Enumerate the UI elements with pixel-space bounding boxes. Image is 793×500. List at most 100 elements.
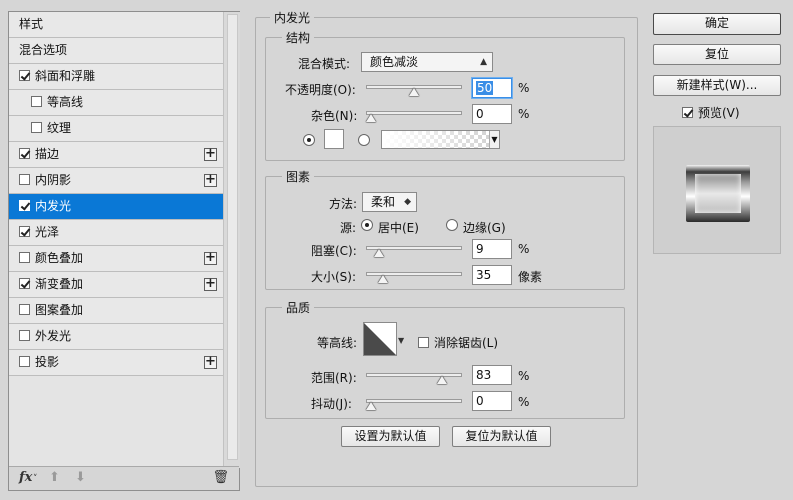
slider-knob[interactable] [366,114,376,122]
style-item-row[interactable]: 等高线 [9,90,223,116]
style-item-row[interactable]: 外发光 [9,324,223,350]
jitter-label: 抖动(J): [311,397,352,411]
gradient-radio[interactable] [358,134,370,146]
contour-label: 等高线: [317,336,358,350]
reset-button[interactable]: 复位 [653,44,781,65]
updown-arrow-icon: ▲ [480,57,487,67]
reset-default-button[interactable]: 复位为默认值 [452,426,551,447]
style-item-row[interactable]: 图案叠加 [9,298,223,324]
jitter-slider[interactable] [366,396,462,410]
checkbox-icon[interactable] [19,174,30,185]
checkbox-icon[interactable] [31,122,42,133]
noise-input[interactable]: 0 [472,104,512,124]
style-item-row[interactable]: 光泽 [9,220,223,246]
style-item-row[interactable]: 纹理 [9,116,223,142]
style-item-row[interactable]: 渐变叠加 + [9,272,223,298]
move-up-icon[interactable]: ⬆ [49,470,60,485]
checkbox-icon[interactable] [19,148,30,159]
checkbox-icon[interactable] [19,356,30,367]
style-item-label: 纹理 [47,121,72,135]
jitter-input[interactable]: 0 [472,391,512,411]
gradient-swatch[interactable]: ▼ [381,130,500,149]
style-item-row[interactable]: 斜面和浮雕 [9,64,223,90]
add-icon[interactable]: + [204,173,217,187]
dropdown-arrow-icon[interactable]: ▼ [398,336,404,345]
add-icon[interactable]: + [204,251,217,265]
fx-icon[interactable]: fx [19,470,32,485]
updown-arrow-icon: ◆ [404,197,411,207]
trash-icon[interactable]: 🗑 [212,470,229,485]
dropdown-arrow-icon[interactable]: ▼ [489,131,499,148]
checkbox-icon[interactable] [418,337,429,348]
scrollbar-thumb[interactable] [227,14,238,460]
checkbox-icon[interactable] [19,330,30,341]
style-item-row[interactable]: 混合选项 [9,38,223,64]
slider-track [366,399,462,403]
antialias-checkbox[interactable]: 消除锯齿(L) [418,334,498,351]
checkbox-icon[interactable] [31,96,42,107]
checkbox-icon[interactable] [19,226,30,237]
style-item-row[interactable]: 投影 + [9,350,223,376]
contour-preview[interactable] [363,322,397,356]
style-item-row[interactable]: 样式 [9,12,223,38]
add-icon[interactable]: + [204,147,217,161]
ok-button[interactable]: 确定 [653,13,781,35]
checkbox-icon[interactable] [19,304,30,315]
opacity-slider[interactable] [366,82,462,96]
checkbox-icon[interactable] [682,107,693,118]
style-item-row[interactable]: 内阴影 + [9,168,223,194]
blend-mode-select[interactable]: 颜色减淡 ▲ [361,52,493,72]
structure-title: 结构 [282,29,315,46]
glow-color-swatch[interactable] [324,129,344,149]
add-icon[interactable]: + [204,355,217,369]
style-item-label: 样式 [19,17,44,31]
source-edge-label[interactable]: 边缘(G) [463,219,506,236]
style-item-row[interactable]: 颜色叠加 + [9,246,223,272]
method-select[interactable]: 柔和 ◆ [362,192,417,212]
set-default-button[interactable]: 设置为默认值 [341,426,440,447]
style-item-row[interactable]: 内发光 [9,194,223,220]
choke-unit: % [518,242,530,256]
style-item-label: 描边 [35,147,60,161]
choke-slider[interactable] [366,243,462,257]
size-input[interactable]: 35 [472,265,512,285]
method-label: 方法: [329,197,358,211]
style-item-label: 颜色叠加 [35,251,84,265]
opacity-label: 不透明度(O): [285,83,356,97]
slider-knob[interactable] [366,402,376,410]
style-item-label: 内阴影 [35,173,72,187]
elements-title: 图素 [282,168,315,185]
style-item-row[interactable]: 描边 + [9,142,223,168]
fx-dropdown-icon[interactable]: ˅ [33,474,38,484]
checkbox-icon[interactable] [19,200,30,211]
noise-slider[interactable] [366,108,462,122]
blend-mode-label: 混合模式: [298,57,351,71]
source-center-radio[interactable] [361,219,373,231]
checkbox-icon[interactable] [19,70,30,81]
add-icon[interactable]: + [204,277,217,291]
range-slider[interactable] [366,370,462,384]
style-list-scrollbar[interactable] [223,12,240,468]
jitter-unit: % [518,395,530,409]
preview-checkbox[interactable]: 预览(V) [682,104,740,121]
opacity-input[interactable]: 50 [472,78,512,98]
slider-knob[interactable] [373,249,384,257]
style-preview [653,126,781,254]
checkbox-icon[interactable] [19,278,30,289]
slider-knob[interactable] [409,88,419,96]
slider-knob[interactable] [378,275,389,283]
new-style-button[interactable]: 新建样式(W)... [653,75,781,96]
preview-label: 预览(V) [698,106,740,120]
choke-input[interactable]: 9 [472,239,512,259]
move-down-icon[interactable]: ⬇ [75,470,86,485]
slider-track [366,111,462,115]
source-center-label[interactable]: 居中(E) [378,219,419,236]
source-edge-radio[interactable] [446,219,458,231]
checkbox-icon[interactable] [19,252,30,263]
solid-color-radio[interactable] [303,134,315,146]
style-item-label: 斜面和浮雕 [35,69,96,83]
slider-knob[interactable] [437,376,448,384]
size-slider[interactable] [366,269,462,283]
range-input[interactable]: 83 [472,365,512,385]
noise-label: 杂色(N): [311,109,358,123]
